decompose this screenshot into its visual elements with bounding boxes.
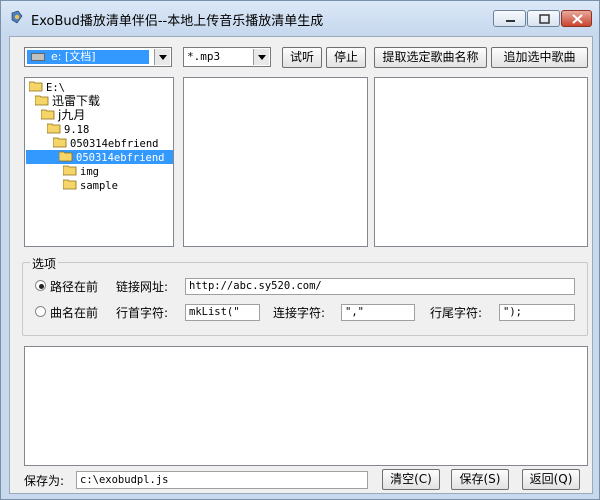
tree-item[interactable]: 050314ebfriend xyxy=(53,136,159,150)
name-first-label[interactable]: 曲名在前 xyxy=(50,304,98,321)
app-window: ExoBud播放清单伴侣--本地上传音乐播放清单生成 e: [文档] *.mp3… xyxy=(0,0,600,500)
tree-item[interactable]: img xyxy=(63,164,99,178)
folder-open-icon xyxy=(53,137,67,148)
close-icon xyxy=(572,14,583,24)
line-start-input[interactable]: mkList(" xyxy=(185,304,260,321)
save-button[interactable]: 保存(S) xyxy=(451,469,509,490)
stop-button[interactable]: 停止 xyxy=(326,47,366,68)
options-groupbox xyxy=(22,262,588,336)
close-button[interactable] xyxy=(561,10,592,27)
folder-open-icon xyxy=(29,81,43,92)
folder-open-icon xyxy=(47,123,61,134)
extract-names-button[interactable]: 提取选定歌曲名称 xyxy=(374,47,487,68)
chevron-down-icon[interactable] xyxy=(253,49,269,65)
file-filter-value: *.mp3 xyxy=(187,50,221,63)
selected-songs-list[interactable] xyxy=(374,77,588,247)
client-area: e: [文档] *.mp3 试听 停止 提取选定歌曲名称 追加选中歌曲 E:\ … xyxy=(9,36,593,494)
link-url-label: 链接网址: xyxy=(116,280,169,294)
drive-label: e: [文档] xyxy=(51,50,96,63)
path-first-radio[interactable] xyxy=(35,280,46,291)
append-selected-button[interactable]: 追加选中歌曲 xyxy=(491,47,588,68)
folder-open-icon xyxy=(35,95,49,106)
tree-item[interactable]: 9.18 xyxy=(47,122,89,136)
tree-item[interactable]: E:\ xyxy=(29,80,65,94)
file-list[interactable] xyxy=(183,77,368,247)
file-filter-select[interactable]: *.mp3 xyxy=(183,47,271,67)
options-legend: 选项 xyxy=(30,255,59,272)
folder-open-icon xyxy=(59,151,73,162)
window-title: ExoBud播放清单伴侣--本地上传音乐播放清单生成 xyxy=(31,14,324,29)
path-first-label[interactable]: 路径在前 xyxy=(50,278,98,295)
folder-icon xyxy=(63,179,77,190)
title-bar[interactable]: ExoBud播放清单伴侣--本地上传音乐播放清单生成 xyxy=(1,1,599,35)
line-end-input[interactable]: "); xyxy=(499,304,575,321)
chevron-down-icon[interactable] xyxy=(154,49,170,65)
back-button[interactable]: 返回(Q) xyxy=(522,469,580,490)
folder-icon xyxy=(63,165,77,176)
tree-item[interactable]: 迅雷下载 xyxy=(35,94,100,108)
maximize-icon xyxy=(539,14,550,24)
output-textarea[interactable] xyxy=(24,346,588,466)
save-as-input[interactable]: c:\exobudpl.js xyxy=(76,471,368,489)
tree-item[interactable]: sample xyxy=(63,178,118,192)
link-url-input[interactable]: http://abc.sy520.com/ xyxy=(185,278,575,295)
drive-select[interactable]: e: [文档] xyxy=(24,47,172,67)
maximize-button[interactable] xyxy=(527,10,560,27)
minimize-button[interactable] xyxy=(493,10,526,27)
tree-item-selected[interactable]: 050314ebfriend xyxy=(26,150,173,164)
join-char-input[interactable]: "," xyxy=(341,304,415,321)
folder-open-icon xyxy=(41,109,55,120)
clear-button[interactable]: 清空(C) xyxy=(382,469,440,490)
tree-item[interactable]: j九月 xyxy=(41,108,85,122)
join-char-label: 连接字符: xyxy=(273,306,326,320)
minimize-icon xyxy=(506,20,515,22)
drive-icon xyxy=(31,53,45,61)
line-start-label: 行首字符: xyxy=(116,306,169,320)
folder-tree[interactable]: E:\ 迅雷下载 j九月 9.18 050314ebfriend 050314e… xyxy=(24,77,174,247)
play-button[interactable]: 试听 xyxy=(282,47,322,68)
app-icon xyxy=(11,10,23,24)
save-as-label: 保存为: xyxy=(24,474,65,488)
line-end-label: 行尾字符: xyxy=(430,306,483,320)
drive-selected-value: e: [文档] xyxy=(27,50,149,64)
name-first-radio[interactable] xyxy=(35,306,46,317)
